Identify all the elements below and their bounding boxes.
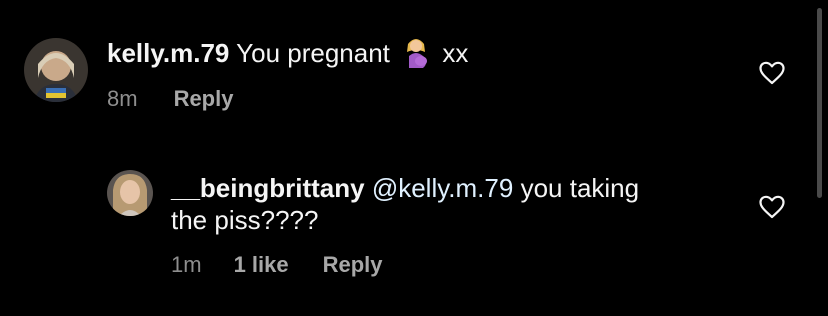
comment-meta: 1m 1 like Reply xyxy=(171,252,383,278)
comment-line-1: __beingbrittany @kelly.m.79 you taking xyxy=(171,172,639,204)
scrollbar[interactable] xyxy=(817,8,822,198)
pregnant-woman-emoji xyxy=(401,36,431,68)
comment-meta: 8m Reply xyxy=(107,86,233,112)
comment-body: kelly.m.79 You pregnant xx xyxy=(107,36,468,69)
comment-body: __beingbrittany @kelly.m.79 you taking t… xyxy=(171,172,639,236)
heart-icon[interactable] xyxy=(759,195,785,219)
heart-icon[interactable] xyxy=(759,61,785,85)
comment-username[interactable]: __beingbrittany xyxy=(171,173,365,203)
reply-button[interactable]: Reply xyxy=(323,252,383,278)
comment-text: you taking xyxy=(520,173,640,203)
reply-button[interactable]: Reply xyxy=(174,86,234,112)
avatar[interactable] xyxy=(107,170,153,216)
comment-text-suffix: xx xyxy=(442,38,469,68)
comment-username[interactable]: kelly.m.79 xyxy=(107,38,229,68)
comment-line-2: the piss???? xyxy=(171,205,319,235)
mention-link[interactable]: @kelly.m.79 xyxy=(372,173,514,203)
comment-time: 1m xyxy=(171,252,202,277)
likes-count-button[interactable]: 1 like xyxy=(234,252,289,278)
comment-time: 8m xyxy=(107,86,138,111)
comment-text: You pregnant xyxy=(236,38,390,68)
avatar[interactable] xyxy=(24,38,88,102)
